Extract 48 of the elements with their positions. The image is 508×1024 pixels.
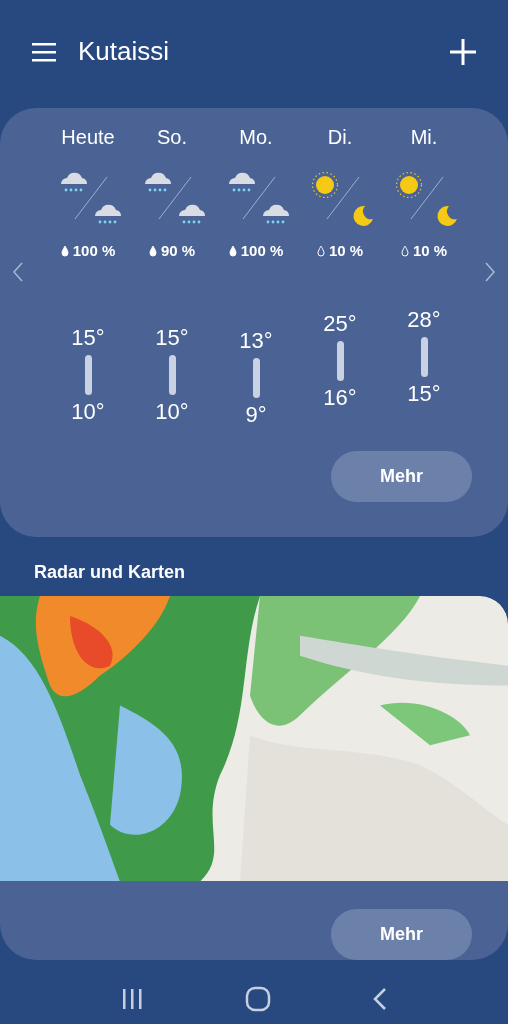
drop-icon xyxy=(400,245,409,258)
recent-apps-icon[interactable] xyxy=(121,988,143,1011)
precipitation-text: 90 % xyxy=(160,240,196,261)
home-icon[interactable] xyxy=(245,986,271,1013)
low-temperature: 15° xyxy=(407,381,441,408)
chevron-right-icon[interactable] xyxy=(484,261,496,282)
day-label: Heute xyxy=(61,124,115,150)
divider-line xyxy=(410,175,444,220)
divider-line xyxy=(158,175,192,220)
temperature-bar xyxy=(84,355,92,396)
high-temperature: 28° xyxy=(407,307,441,334)
divider-line xyxy=(242,175,276,220)
section-title: Radar und Karten xyxy=(34,560,187,584)
low-temperature: 9° xyxy=(245,402,267,429)
precipitation-text: 10 % xyxy=(412,240,448,261)
precipitation-text: 10 % xyxy=(328,240,364,261)
add-icon[interactable] xyxy=(450,38,476,65)
divider-line xyxy=(326,175,360,220)
drop-icon xyxy=(228,245,237,258)
high-temperature: 15° xyxy=(71,325,105,352)
temperature-bar xyxy=(252,358,260,399)
drop-icon xyxy=(60,245,69,258)
day-label: Mi. xyxy=(410,124,438,150)
more-button[interactable]: Mehr xyxy=(331,450,472,502)
precipitation-text: 100 % xyxy=(72,240,116,261)
low-temperature: 16° xyxy=(323,385,357,412)
temperature-bar xyxy=(336,341,344,382)
more-button[interactable]: Mehr xyxy=(331,909,472,961)
low-temperature: 10° xyxy=(71,399,105,426)
temperature-bar xyxy=(420,337,428,378)
high-temperature: 15° xyxy=(155,325,189,352)
temperature-bar xyxy=(168,355,176,396)
day-label: Di. xyxy=(327,124,353,150)
divider-line xyxy=(74,175,108,220)
high-temperature: 13° xyxy=(239,328,273,355)
menu-icon[interactable] xyxy=(32,41,56,62)
sun-icon xyxy=(310,169,340,200)
drop-icon xyxy=(148,245,157,258)
day-label: Mo. xyxy=(239,124,273,150)
precipitation-text: 100 % xyxy=(240,240,284,261)
sun-icon xyxy=(394,169,424,200)
chevron-left-icon[interactable] xyxy=(12,261,24,282)
day-label: So. xyxy=(157,124,187,150)
drop-icon xyxy=(316,245,325,258)
back-icon[interactable] xyxy=(373,987,387,1012)
high-temperature: 25° xyxy=(323,311,357,338)
low-temperature: 10° xyxy=(155,399,189,426)
city-title: Kutaissi xyxy=(78,35,170,69)
